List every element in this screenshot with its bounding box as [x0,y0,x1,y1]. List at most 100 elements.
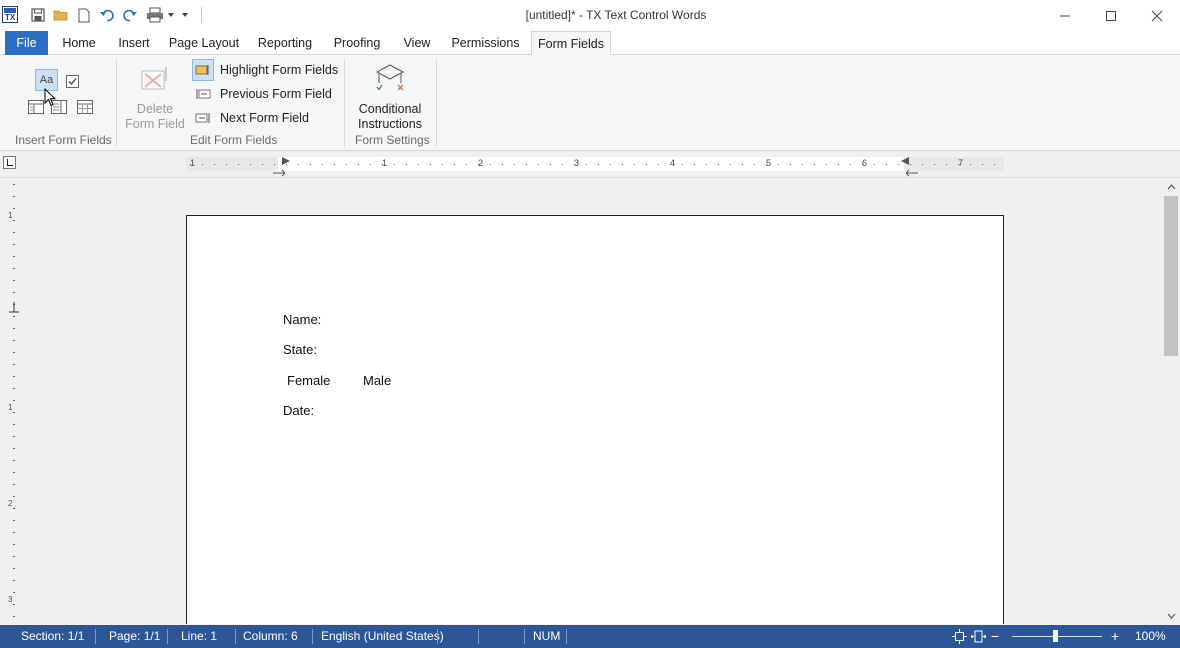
close-button[interactable] [1134,0,1180,31]
zoom-level[interactable]: 100% [1135,625,1166,648]
ruler-tick [514,164,515,165]
tab-reporting[interactable]: Reporting [252,31,318,55]
ruler-number: 1 [382,158,387,168]
insert-checkbox-button[interactable] [62,71,82,91]
ruler-tick [610,164,611,165]
group-label-edit-form-fields: Edit Form Fields [190,133,278,147]
tab-home[interactable]: Home [55,31,103,55]
ruler-tick [13,244,15,245]
ruler-tick [13,352,15,353]
scroll-thumb[interactable] [1164,196,1178,356]
ruler-tick [646,164,647,165]
tab-stop-selector[interactable] [3,156,16,169]
delete-form-field-button[interactable]: Delete Form Field [124,61,186,131]
tab-proofing[interactable]: Proofing [327,31,387,55]
tab-insert[interactable]: Insert [112,31,156,55]
top-margin-marker[interactable] [9,302,19,313]
ruler-tick [13,472,15,473]
ruler-tick [622,164,623,165]
ruler-tick [850,164,851,165]
close-icon [1151,10,1163,21]
previous-form-field-button[interactable]: Previous Form Field [192,83,332,105]
ruler-tick [634,164,635,165]
right-indent-marker[interactable] [901,157,909,165]
tab-file[interactable]: File [5,31,48,55]
ruler-tick [13,544,15,545]
ruler-number: 1 [8,211,13,220]
status-language[interactable]: English (United States) [321,625,444,648]
ruler-tick [13,616,15,617]
ruler-tick [13,232,15,233]
vertical-ruler-ticks: 1 1 2 3 [8,184,19,617]
zoom-in-button[interactable]: + [1111,625,1119,648]
checkbox-icon [65,74,79,88]
ruler-tick [346,164,347,165]
first-line-indent-marker[interactable] [282,157,290,165]
ruler-tick [454,164,455,165]
ruler-tick [718,164,719,165]
ruler-tick [13,340,15,341]
ruler-tick [982,164,983,165]
right-margin-marker[interactable] [906,169,918,177]
state-label: State: [283,342,317,357]
ruler-tick [490,164,491,165]
ruler-tick [13,388,15,389]
scroll-down-button[interactable] [1162,608,1180,624]
title-bar: TX [untitled]* - TX Text Control Words [0,0,1180,31]
group-label-insert-form-fields: Insert Form Fields [15,133,112,147]
ruler-tick [238,164,239,165]
status-divider [167,629,168,644]
ruler-tick [898,164,899,165]
fit-page-icon[interactable] [952,629,967,644]
document-page[interactable]: Name: State: Female Male Date: [186,215,1004,624]
tab-form-fields[interactable]: Form Fields [531,31,611,56]
tab-permissions[interactable]: Permissions [447,31,524,55]
ruler-tick [826,164,827,165]
zoom-out-button[interactable]: − [991,625,999,648]
group-divider [436,59,437,147]
ruler-tick [310,164,311,165]
scroll-up-button[interactable] [1162,179,1180,195]
ruler-tick [526,164,527,165]
insert-date-field-button[interactable] [74,97,96,117]
ruler-tick [13,496,15,497]
ruler-tick [358,164,359,165]
status-divider [437,629,438,644]
vertical-scrollbar[interactable] [1162,178,1180,624]
ruler-tick [202,164,203,165]
ruler-tick [13,520,15,521]
tab-view[interactable]: View [396,31,438,55]
zoom-slider-thumb[interactable] [1053,630,1058,642]
maximize-button[interactable] [1088,0,1134,31]
chevron-up-icon [1167,184,1175,190]
ruler-tick [562,164,563,165]
highlight-form-fields-button[interactable]: Highlight Form Fields [192,59,338,81]
delete-form-field-label: Form Field [125,117,185,131]
tab-page-layout[interactable]: Page Layout [165,31,243,55]
ruler-tick [694,164,695,165]
ruler-number: 5 [766,158,771,168]
ruler-tick [370,164,371,165]
next-form-field-button[interactable]: Next Form Field [192,107,309,129]
status-divider [235,629,236,644]
minimize-button[interactable] [1042,0,1088,31]
ruler-number: 4 [670,158,675,168]
ruler-tick [598,164,599,165]
ruler-tick [550,164,551,165]
ruler-number: 3 [574,158,579,168]
vertical-ruler[interactable]: 1 1 2 3 [6,178,22,624]
ruler-tick [226,164,227,165]
ruler-number: 2 [478,158,483,168]
conditional-instructions-button[interactable]: Conditional Instructions [352,61,428,131]
fit-width-icon[interactable] [971,629,986,644]
ruler-tick [886,164,887,165]
left-indent-marker[interactable] [273,169,285,177]
minimize-icon [1060,15,1070,16]
ruler-tick [13,424,15,425]
calendar-icon [77,100,93,114]
horizontal-ruler[interactable]: 1 1 2 3 4 5 6 7 [186,157,1004,171]
ruler-tick [466,164,467,165]
group-divider [116,59,117,147]
document-area[interactable]: Name: State: Female Male Date: [26,178,1162,624]
ruler-tick [13,532,15,533]
